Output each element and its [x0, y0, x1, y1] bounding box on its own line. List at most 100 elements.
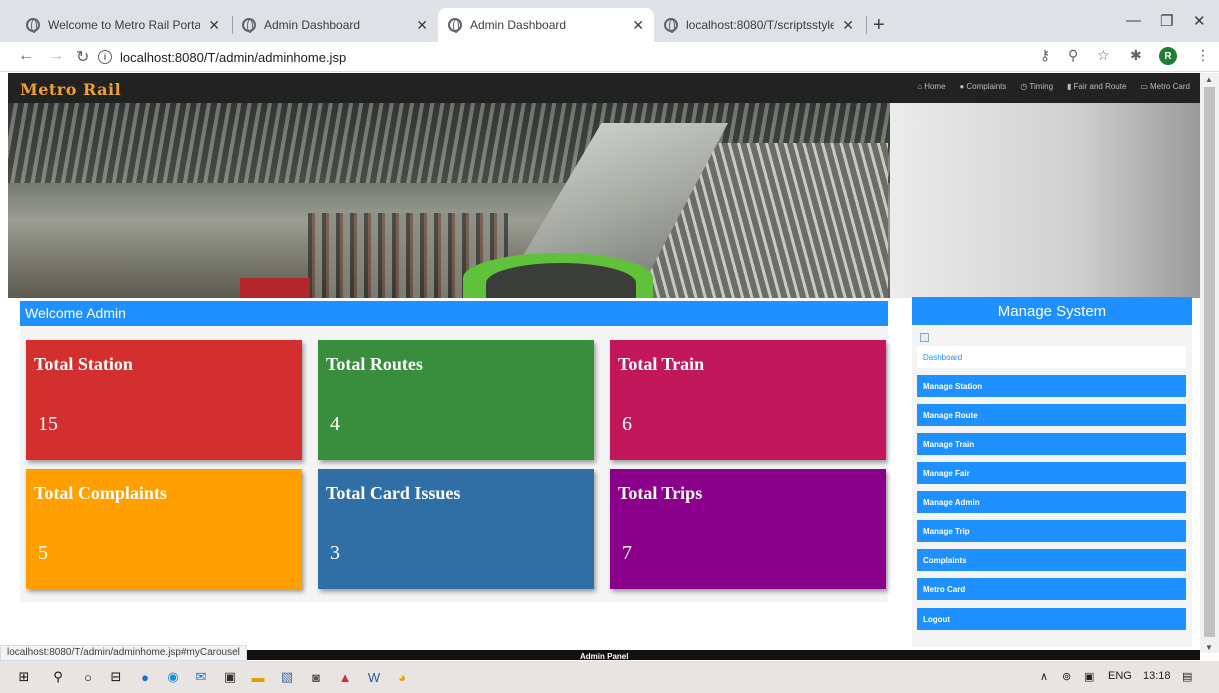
nav-item-timing[interactable]: ◷ Timing	[1020, 82, 1053, 91]
network-icon[interactable]: ⊚	[1062, 670, 1071, 683]
train-window-image	[486, 263, 636, 298]
pdf-icon[interactable]: ▲	[337, 669, 353, 685]
menu-item-metro-card[interactable]: Metro Card	[917, 578, 1186, 600]
stat-value: 6	[622, 413, 632, 435]
browser-tab[interactable]: Welcome to Metro Rail Portal ✕	[16, 8, 230, 42]
stat-value: 4	[330, 413, 340, 435]
tab-title: Welcome to Metro Rail Portal	[48, 18, 201, 32]
menu-item-logout[interactable]: Logout	[917, 608, 1186, 630]
nav-item-fair-route[interactable]: ▮ Fair and Route	[1067, 82, 1126, 91]
browser-icon[interactable]: ◉	[165, 669, 181, 685]
browser-tab[interactable]: localhost:8080/T/scriptsstyle.jsp ✕	[654, 8, 864, 42]
menu-item-manage-trip[interactable]: Manage Trip	[917, 520, 1186, 542]
browser-tab-active[interactable]: Admin Dashboard ✕	[438, 8, 654, 42]
globe-icon	[664, 18, 678, 33]
menu-item-manage-train[interactable]: Manage Train	[917, 433, 1186, 455]
stat-title: Total Train	[618, 354, 705, 374]
side-banner	[890, 103, 1200, 298]
menu-item-manage-fair[interactable]: Manage Fair	[917, 462, 1186, 484]
stat-card-total-trips: Total Trips 7	[610, 469, 886, 589]
nav-item-metro-card[interactable]: ▭ Metro Card	[1140, 82, 1190, 91]
address-bar: ← → ↻ i localhost:8080/T/admin/adminhome…	[0, 42, 1219, 72]
globe-icon	[242, 18, 256, 33]
clock[interactable]: 13:18	[1143, 670, 1171, 682]
mail-icon[interactable]: ✉	[193, 669, 209, 685]
nav-label: Timing	[1029, 82, 1054, 91]
globe-icon	[26, 18, 40, 33]
scroll-thumb[interactable]	[1204, 87, 1215, 637]
nav-label: Complaints	[966, 82, 1007, 91]
brand-logo[interactable]: Metro Rail	[20, 80, 121, 99]
app-icon[interactable]: ▧	[279, 669, 295, 685]
edge-icon[interactable]: ●	[137, 669, 153, 685]
close-icon[interactable]: ✕	[842, 17, 854, 34]
close-icon[interactable]: ✕	[416, 17, 428, 34]
menu-item-manage-admin[interactable]: Manage Admin	[917, 491, 1186, 513]
tray-chevron-icon[interactable]: ∧	[1040, 670, 1048, 683]
menu-item-complaints[interactable]: Complaints	[917, 549, 1186, 571]
stat-value: 3	[330, 542, 340, 564]
search-icon[interactable]: ⚲	[50, 669, 66, 685]
star-icon[interactable]: ☆	[1097, 47, 1110, 64]
reload-icon[interactable]: ↻	[76, 47, 89, 67]
menu-item-dashboard[interactable]: Dashboard	[917, 346, 1186, 368]
hero-carousel[interactable]	[8, 103, 890, 298]
stat-title: Total Complaints	[34, 483, 167, 503]
manage-system-heading: Manage System	[912, 297, 1192, 325]
cortana-icon[interactable]: ○	[80, 669, 96, 685]
close-icon[interactable]: ✕	[208, 17, 220, 34]
home-icon: ⌂	[917, 82, 923, 91]
info-icon[interactable]: i	[98, 50, 112, 64]
footer-text: Admin Panel	[580, 652, 629, 661]
forward-icon[interactable]: →	[48, 47, 64, 65]
restore-icon[interactable]: ❐	[1160, 12, 1173, 30]
browser-tab[interactable]: Admin Dashboard ✕	[232, 8, 438, 42]
stat-title: Total Station	[34, 354, 133, 374]
new-tab-button[interactable]: +	[873, 14, 885, 37]
scroll-down-icon[interactable]: ▼	[1205, 643, 1213, 652]
action-center-icon[interactable]: ▤	[1182, 670, 1192, 683]
store-icon[interactable]: ▣	[222, 669, 238, 685]
nav-label: Metro Card	[1149, 82, 1190, 91]
welcome-bar: Welcome Admin	[20, 301, 888, 326]
extensions-icon[interactable]: ✱	[1130, 47, 1142, 64]
chrome-icon[interactable]: ◕	[394, 669, 410, 685]
minimize-icon[interactable]: —	[1126, 12, 1141, 29]
browser-tab-bar: Welcome to Metro Rail Portal ✕ Admin Das…	[0, 0, 1219, 42]
back-icon[interactable]: ←	[18, 47, 34, 65]
zoom-icon[interactable]: ⚲	[1068, 47, 1078, 64]
tab-title: Admin Dashboard	[264, 18, 361, 32]
task-view-icon[interactable]: ⊟	[108, 669, 124, 685]
page-scrollbar[interactable]: ▲ ▼	[1200, 73, 1219, 653]
nav-item-complaints[interactable]: ● Complaints	[960, 82, 1007, 91]
nav-label: Fair and Route	[1073, 82, 1127, 91]
windows-taskbar: ⊞ ⚲ ○ ⊟ ● ◉ ✉ ▣ ▬ ▧ ◙ ▲ W ◕ ∧ ⊚ ▣ ENG 13…	[0, 661, 1219, 693]
url-field[interactable]: i localhost:8080/T/admin/adminhome.jsp	[98, 46, 948, 68]
nav-label: Home	[924, 82, 946, 91]
site-navbar: Metro Rail ⌂ Home ● Complaints ◷ Timing ▮ Fa…	[8, 73, 1200, 103]
file-explorer-icon[interactable]: ▬	[250, 669, 266, 685]
windows-start-icon[interactable]: ⊞	[16, 669, 32, 685]
key-icon[interactable]: ⚷	[1040, 47, 1050, 64]
stat-value: 15	[38, 413, 58, 435]
notification-app-icon[interactable]: ▣	[1084, 670, 1094, 683]
station-sign-image	[240, 278, 310, 298]
clock-icon: ◷	[1020, 82, 1028, 91]
avatar[interactable]: R	[1159, 47, 1177, 65]
scroll-up-icon[interactable]: ▲	[1205, 75, 1213, 84]
close-icon[interactable]: ✕	[632, 17, 644, 34]
nav-item-home[interactable]: ⌂ Home	[917, 82, 945, 91]
stat-card-total-card-issues: Total Card Issues 3	[318, 469, 594, 589]
menu-item-manage-station[interactable]: Manage Station	[917, 375, 1186, 397]
word-icon[interactable]: W	[366, 669, 382, 685]
stat-value: 7	[622, 542, 632, 564]
language-indicator[interactable]: ENG	[1108, 670, 1132, 682]
close-window-icon[interactable]: ✕	[1193, 12, 1206, 30]
comment-icon: ●	[959, 82, 965, 91]
camera-icon[interactable]: ◙	[308, 669, 324, 685]
stat-card-total-routes: Total Routes 4	[318, 340, 594, 460]
tab-separator	[866, 16, 867, 34]
menu-dots-icon[interactable]: ⋮	[1196, 47, 1210, 64]
menu-item-manage-route[interactable]: Manage Route	[917, 404, 1186, 426]
url-text: localhost:8080/T/admin/adminhome.jsp	[120, 49, 347, 65]
